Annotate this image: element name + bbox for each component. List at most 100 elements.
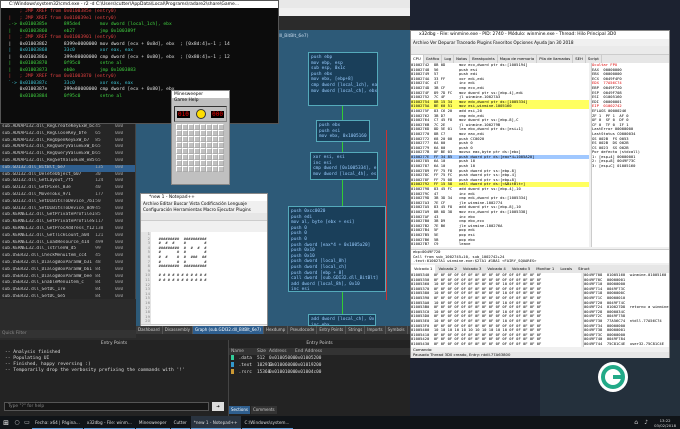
minesweeper-window[interactable]: Minesweeper Game Help 010 000 bbox=[171, 90, 230, 185]
function-row[interactable]: sub.GDI32.dll_BitBlt_6e7 135 0x0 bbox=[0, 164, 135, 172]
function-row[interactable]: sub.KERNEL32.dll_lstrlenW_d5 99 0x0 bbox=[0, 246, 135, 253]
dump-tab[interactable]: Struct bbox=[575, 265, 592, 273]
cutter-tab[interactable]: Pseudocode bbox=[288, 326, 318, 334]
network-icon[interactable]: ⌂ bbox=[631, 416, 641, 429]
function-row[interactable]: sub.GDI32.dll_SetDIBitsToDevice_8d9 45 0x0 bbox=[0, 206, 135, 213]
notepad-plus-plus-window[interactable]: *new 1 - Notepad++ Archivo Editar Buscar… bbox=[140, 193, 268, 333]
taskbar-apps[interactable]: Fecha: x64 | Página... x32dbg - File: win… bbox=[32, 416, 294, 429]
cutter-tab[interactable]: Graph (sub.GDI32.dll_BitBlt_6e7) bbox=[192, 326, 264, 334]
dump-tab[interactable]: Locals bbox=[557, 265, 575, 273]
dump-tab[interactable]: Volcado 3 bbox=[460, 265, 484, 273]
function-row[interactable]: sub.ADVAPI32.dll_RegSetValueExW_e85 65 0x0 bbox=[0, 158, 135, 165]
taskbar-app-button[interactable]: Cutter bbox=[170, 416, 190, 429]
function-row[interactable]: sub.ADVAPI32.dll_RegQueryValueExW_b7 65 0x… bbox=[0, 144, 135, 151]
sections-table[interactable]: Name Size Address End Address .data 512 0x010… bbox=[229, 348, 410, 376]
function-row[interactable]: sub.GDI32.dll_GetPixel_83e 40 0x0 bbox=[0, 185, 135, 192]
section-row[interactable]: .data 512 0x01005000 0x01005200 bbox=[229, 355, 410, 362]
taskbar-app-button[interactable]: *new 1 - Notepad++ bbox=[190, 416, 241, 429]
x32dbg-tab[interactable]: Breakpoints bbox=[470, 55, 498, 63]
dump-tab[interactable]: Monitor 1 bbox=[533, 265, 557, 273]
stack-view[interactable]: 0049F708 01005160 winmine.01005160 0049F7… bbox=[583, 273, 669, 347]
x32dbg-tab[interactable]: CPU bbox=[411, 55, 424, 63]
function-row[interactable]: sub.USER32.dll_DialogBoxParamW_b31 48 0x0 bbox=[0, 260, 135, 267]
minefield-grid[interactable] bbox=[176, 124, 224, 172]
functions-list[interactable]: sub.ADVAPI32.dll_RegCreateKeyExW_bc2 45 0x… bbox=[0, 124, 136, 299]
x32dbg-tabs[interactable]: CPU Gráfico Log Notas Breakpoints Mapa de mem… bbox=[411, 55, 669, 63]
sections-column-header[interactable]: Size bbox=[255, 348, 267, 355]
disassembly-view[interactable]: 01002742 8B 0D mov ecx,dword ptr ds:[100… bbox=[411, 63, 589, 247]
quick-filter-input[interactable]: Quick Filter bbox=[0, 330, 136, 338]
function-row[interactable]: sub.USER32.dll_CheckMenuItem_cc4 45 0x0 bbox=[0, 253, 135, 260]
sections-column-header[interactable]: End Address bbox=[293, 348, 327, 355]
function-row[interactable]: sub.USER32.dll_GetDC_6e5 84 0x0 bbox=[0, 294, 135, 301]
cutter-tab[interactable]: Entry Points bbox=[317, 326, 347, 334]
cutter-tab[interactable]: Strings bbox=[346, 326, 366, 334]
function-row[interactable]: sub.ADVAPI32.dll_RegCloseKey_bfe 65 0x0 bbox=[0, 131, 135, 138]
clock[interactable]: 13:22 03/02/2018 bbox=[651, 418, 676, 428]
volume-icon[interactable]: ♪ bbox=[641, 416, 651, 429]
function-row[interactable]: sub.KERNEL32.dll_GetProcAddress_f12 130 0x… bbox=[0, 226, 135, 233]
registers-view[interactable]: Ocultar FPU EAX 00000000 EBX 00000000 ECX 0… bbox=[591, 63, 669, 247]
search-icon[interactable]: ○ bbox=[12, 416, 22, 429]
function-row[interactable]: sub.KERNEL32.dll_GetTickCount_a04 121 0x0 bbox=[0, 233, 135, 240]
x32dbg-tab[interactable]: Pila de llamadas bbox=[537, 55, 574, 63]
dump-tab[interactable]: Volcado 2 bbox=[435, 265, 459, 273]
cutter-tab[interactable]: Hexdump bbox=[264, 326, 289, 334]
function-row[interactable]: sub.USER32.dll_GetDC_17e 84 0x0 bbox=[0, 287, 135, 294]
system-tray[interactable]: ⌂ ♪ 13:22 03/02/2018 bbox=[631, 416, 680, 429]
cutter-tab[interactable]: Disassembly bbox=[163, 326, 193, 334]
register-line[interactable]: 3: [esp+C] 01005160 bbox=[592, 163, 669, 169]
x32dbg-tab[interactable]: Log bbox=[442, 55, 455, 63]
function-row[interactable]: sub.GDI32.dll_SetDIBitsToDevice_7b1 50 0x0 bbox=[0, 199, 135, 206]
graph-node[interactable]: push ebp mov ebp, esp sub esp, 0x1c push… bbox=[308, 52, 378, 106]
taskbar-app-button[interactable]: Fecha: x64 | Página... bbox=[32, 416, 83, 429]
graph-node[interactable]: xor esi, esi inc esi cmp dword [0x100533… bbox=[310, 152, 378, 180]
mine-cell[interactable] bbox=[218, 166, 224, 172]
sections-tab[interactable]: Comments bbox=[250, 406, 277, 414]
section-row[interactable]: .rsrc 15360 0x01001000 0x01004c00 bbox=[229, 369, 410, 376]
cutter-tab[interactable]: Dashboard bbox=[136, 326, 163, 334]
function-row[interactable]: sub.KERNEL32.dll_LoadResource_414 499 0x0 bbox=[0, 240, 135, 247]
desktop-app-icon[interactable] bbox=[598, 362, 628, 392]
function-row[interactable]: sub.ADVAPI32.dll_RegCreateKeyExW_bc2 45 0x… bbox=[0, 124, 135, 131]
x32dbg-window[interactable]: x32dbg - File: winmine.exe - PID: 2740 -… bbox=[410, 30, 670, 358]
cmd-console-window[interactable]: C:\Windows\system32\cmd.exe - r2 -d C:\U… bbox=[0, 0, 279, 124]
function-row[interactable]: sub.KERNEL32.dll_GetPrivateProfileStr_a1… bbox=[0, 219, 135, 226]
hex-dump-view[interactable]: 01005340 0F 0F 0F 0F 0F 0F 0F 0F 0F 0F 0… bbox=[411, 273, 581, 347]
stack-line[interactable]: 0049F744 75C81C4E user32.75C81C4E bbox=[584, 342, 669, 347]
graph-node[interactable]: push 0xcc0020 push edi mov al, byte [ebx… bbox=[288, 206, 386, 292]
console-command-input[interactable]: Type "?" for help bbox=[4, 402, 209, 411]
taskbar-app-button[interactable]: x32dbg - File: winm... bbox=[83, 416, 135, 429]
task-view-icon[interactable]: ▭ bbox=[22, 416, 32, 429]
function-row[interactable]: sub.GDI32.dll_GetLayout_7f5 124 0x0 bbox=[0, 178, 135, 185]
section-row[interactable]: .text 102912 0x01006000 0x01019200 bbox=[229, 362, 410, 369]
smiley-face-icon[interactable] bbox=[195, 109, 206, 119]
function-row[interactable]: sub.KERNEL32.dll_GetPrivateProfileInt_3c… bbox=[0, 212, 135, 219]
cutter-tab[interactable]: Imports bbox=[365, 326, 386, 334]
notepad-toolbar[interactable] bbox=[141, 213, 267, 221]
console-send-button[interactable]: ➔ bbox=[212, 402, 224, 411]
dump-tab[interactable]: Volcado 5 bbox=[509, 265, 533, 273]
graph-node[interactable]: add dword [local_ch], 0x10 inc ebx cmp e… bbox=[308, 314, 376, 326]
sections-tab[interactable]: Sections bbox=[229, 406, 250, 414]
x32dbg-tab[interactable]: Gráfico bbox=[424, 55, 443, 63]
x32dbg-tab[interactable]: Notas bbox=[454, 55, 471, 63]
disassembly-line[interactable]: 010027B7 C9 leave bbox=[411, 242, 589, 247]
dump-tabs[interactable]: Volcado 1 Volcado 2 Volcado 3 Volcado 4 Volc… bbox=[411, 265, 669, 273]
function-row[interactable]: sub.ADVAPI32.dll_RegQueryValueExW_b80 65 0… bbox=[0, 151, 135, 158]
sections-column-header[interactable]: Address bbox=[267, 348, 293, 355]
x32dbg-menu-bar[interactable]: Archivo Ver Depurar Traceado Plugins Fav… bbox=[411, 39, 669, 46]
function-row[interactable]: sub.USER32.dll_EnableMenuItem_c 84 0x0 bbox=[0, 280, 135, 287]
dump-line[interactable]: 01005430 0F 0F 0F 0F 0F 0F 0F 0F 0F 0F 0… bbox=[411, 342, 581, 347]
x32dbg-tab[interactable]: Script bbox=[586, 55, 602, 63]
sections-column-header[interactable]: Name bbox=[229, 348, 255, 355]
cutter-tab[interactable]: Symbols bbox=[386, 326, 408, 334]
x32dbg-toolbar[interactable] bbox=[411, 46, 669, 55]
x32dbg-tab[interactable]: Mapa de memoria bbox=[498, 55, 538, 63]
function-row[interactable]: sub.GDI32.dll_DeleteObject_607 30 0x0 bbox=[0, 172, 135, 179]
editor-text[interactable]: ######### ########## # # # # # #########… bbox=[154, 232, 254, 287]
graph-node[interactable]: push ebx push esi mov ebx, 0x1005160 bbox=[316, 120, 370, 142]
sections-tabs[interactable]: Sections Comments bbox=[229, 406, 278, 414]
x32dbg-tab[interactable]: SEH bbox=[573, 55, 586, 63]
function-row[interactable]: sub.USER32.dll_DialogBoxParamW_bee 84 0x0 bbox=[0, 274, 135, 281]
